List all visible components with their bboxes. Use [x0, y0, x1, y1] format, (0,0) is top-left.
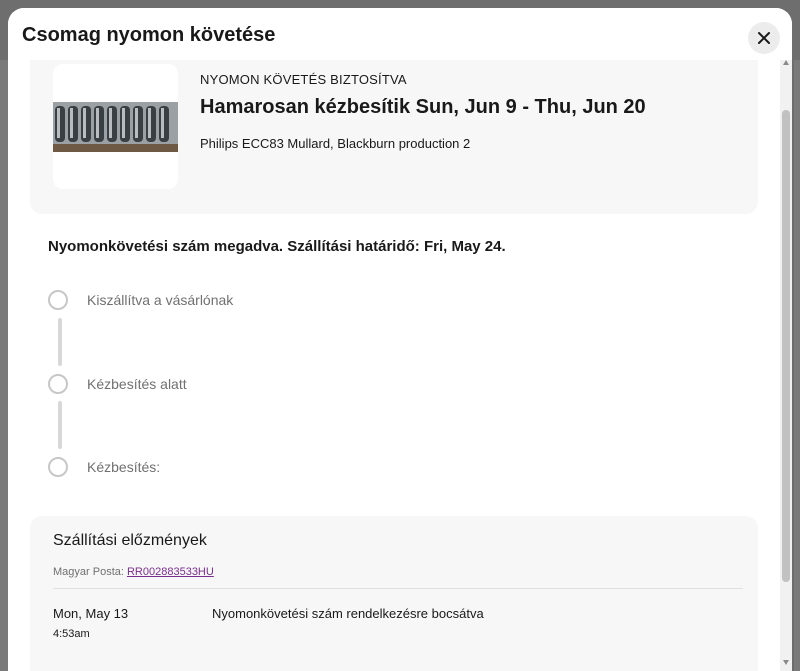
- step-label: Kézbesítés alatt: [87, 376, 187, 392]
- event-time: 4:53am: [53, 628, 90, 640]
- modal-title: Csomag nyomon követése: [22, 24, 276, 46]
- step-circle-icon: [48, 374, 68, 394]
- step-label: Kiszállítva a vásárlónak: [87, 292, 234, 308]
- carrier-name: Magyar Posta:: [53, 566, 124, 578]
- divider: [53, 588, 743, 589]
- background-page-right: [794, 60, 800, 671]
- vacuum-tubes-photo: [53, 102, 178, 152]
- tracking-modal: Csomag nyomon követése NYOMON KÖVETÉS BI…: [8, 8, 792, 671]
- history-title: Szállítási előzmények: [53, 532, 207, 549]
- scroll-down-arrow-icon[interactable]: [783, 660, 789, 665]
- event-date: Mon, May 13: [53, 606, 129, 621]
- scrollbar-thumb[interactable]: [782, 110, 790, 582]
- tracking-info: Nyomonkövetési szám megadva. Szállítási …: [48, 238, 506, 255]
- delivery-estimate: Hamarosan kézbesítik Sun, Jun 9 - Thu, J…: [200, 96, 646, 118]
- shipping-history: Szállítási előzmények Magyar Posta: RR00…: [30, 516, 758, 671]
- timeline-connector: [58, 318, 62, 366]
- scroll-up-arrow-icon[interactable]: [783, 60, 789, 65]
- close-icon: [758, 32, 770, 44]
- timeline-connector: [58, 401, 62, 449]
- item-title: Philips ECC83 Mullard, Blackburn product…: [200, 136, 471, 151]
- tracking-number-link[interactable]: RR002883533HU: [127, 566, 214, 578]
- modal-body: NYOMON KÖVETÉS BIZTOSÍTVA Hamarosan kézb…: [8, 54, 780, 671]
- step-circle-icon: [48, 290, 68, 310]
- step-label: Kézbesítés:: [87, 459, 161, 475]
- close-button[interactable]: [748, 22, 780, 54]
- event-description: Nyomonkövetési szám rendelkezésre bocsát…: [212, 606, 484, 621]
- item-card: NYOMON KÖVETÉS BIZTOSÍTVA Hamarosan kézb…: [30, 54, 758, 214]
- tracking-status-caption: NYOMON KÖVETÉS BIZTOSÍTVA: [200, 72, 407, 87]
- step-circle-icon: [48, 457, 68, 477]
- modal-header: Csomag nyomon követése: [8, 8, 792, 60]
- modal-scrollbar[interactable]: [780, 54, 792, 671]
- carrier-line: Magyar Posta: RR002883533HU: [53, 566, 214, 578]
- item-image: [53, 64, 178, 189]
